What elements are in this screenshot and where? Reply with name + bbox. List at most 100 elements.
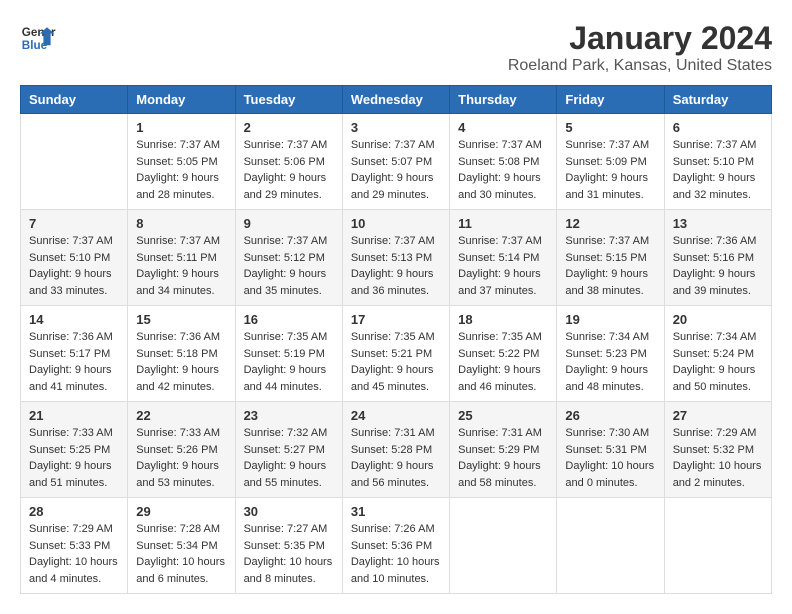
day-info: Sunrise: 7:37 AM Sunset: 5:11 PM Dayligh… — [136, 233, 226, 299]
day-info: Sunrise: 7:37 AM Sunset: 5:06 PM Dayligh… — [244, 137, 334, 203]
daylight-text: Daylight: 9 hours and 30 minutes. — [458, 172, 541, 201]
day-number: 6 — [673, 120, 763, 135]
day-number: 5 — [565, 120, 655, 135]
day-cell: 3 Sunrise: 7:37 AM Sunset: 5:07 PM Dayli… — [342, 114, 449, 210]
sunrise-text: Sunrise: 7:37 AM — [673, 139, 757, 151]
sunset-text: Sunset: 5:07 PM — [351, 156, 432, 168]
sunrise-text: Sunrise: 7:37 AM — [458, 139, 542, 151]
sunset-text: Sunset: 5:32 PM — [673, 444, 754, 456]
sunrise-text: Sunrise: 7:37 AM — [244, 235, 328, 247]
sunset-text: Sunset: 5:23 PM — [565, 348, 646, 360]
day-cell: 29 Sunrise: 7:28 AM Sunset: 5:34 PM Dayl… — [128, 498, 235, 594]
day-number: 16 — [244, 312, 334, 327]
sunrise-text: Sunrise: 7:37 AM — [244, 139, 328, 151]
day-number: 17 — [351, 312, 441, 327]
day-info: Sunrise: 7:37 AM Sunset: 5:15 PM Dayligh… — [565, 233, 655, 299]
sunset-text: Sunset: 5:28 PM — [351, 444, 432, 456]
day-info: Sunrise: 7:29 AM Sunset: 5:33 PM Dayligh… — [29, 521, 119, 587]
sunrise-text: Sunrise: 7:35 AM — [351, 331, 435, 343]
daylight-text: Daylight: 9 hours and 37 minutes. — [458, 268, 541, 297]
day-number: 22 — [136, 408, 226, 423]
day-cell: 4 Sunrise: 7:37 AM Sunset: 5:08 PM Dayli… — [450, 114, 557, 210]
daylight-text: Daylight: 9 hours and 33 minutes. — [29, 268, 112, 297]
day-cell: 9 Sunrise: 7:37 AM Sunset: 5:12 PM Dayli… — [235, 210, 342, 306]
daylight-text: Daylight: 9 hours and 56 minutes. — [351, 460, 434, 489]
logo: General Blue — [20, 20, 56, 56]
header-cell-friday: Friday — [557, 86, 664, 114]
sunset-text: Sunset: 5:14 PM — [458, 252, 539, 264]
day-cell: 8 Sunrise: 7:37 AM Sunset: 5:11 PM Dayli… — [128, 210, 235, 306]
sunrise-text: Sunrise: 7:29 AM — [673, 427, 757, 439]
day-cell: 20 Sunrise: 7:34 AM Sunset: 5:24 PM Dayl… — [664, 306, 771, 402]
week-row-5: 28 Sunrise: 7:29 AM Sunset: 5:33 PM Dayl… — [21, 498, 772, 594]
header-cell-sunday: Sunday — [21, 86, 128, 114]
day-number: 3 — [351, 120, 441, 135]
day-cell: 13 Sunrise: 7:36 AM Sunset: 5:16 PM Dayl… — [664, 210, 771, 306]
day-number: 20 — [673, 312, 763, 327]
day-cell: 19 Sunrise: 7:34 AM Sunset: 5:23 PM Dayl… — [557, 306, 664, 402]
sunset-text: Sunset: 5:09 PM — [565, 156, 646, 168]
day-number: 27 — [673, 408, 763, 423]
day-cell: 21 Sunrise: 7:33 AM Sunset: 5:25 PM Dayl… — [21, 402, 128, 498]
main-title: January 2024 — [508, 20, 772, 57]
sunrise-text: Sunrise: 7:27 AM — [244, 523, 328, 535]
day-cell: 28 Sunrise: 7:29 AM Sunset: 5:33 PM Dayl… — [21, 498, 128, 594]
week-row-3: 14 Sunrise: 7:36 AM Sunset: 5:17 PM Dayl… — [21, 306, 772, 402]
day-number: 9 — [244, 216, 334, 231]
day-info: Sunrise: 7:32 AM Sunset: 5:27 PM Dayligh… — [244, 425, 334, 491]
sunrise-text: Sunrise: 7:30 AM — [565, 427, 649, 439]
day-info: Sunrise: 7:37 AM Sunset: 5:12 PM Dayligh… — [244, 233, 334, 299]
sunrise-text: Sunrise: 7:37 AM — [565, 235, 649, 247]
sunset-text: Sunset: 5:19 PM — [244, 348, 325, 360]
daylight-text: Daylight: 9 hours and 48 minutes. — [565, 364, 648, 393]
daylight-text: Daylight: 9 hours and 28 minutes. — [136, 172, 219, 201]
title-block: January 2024 Roeland Park, Kansas, Unite… — [508, 20, 772, 75]
day-info: Sunrise: 7:37 AM Sunset: 5:07 PM Dayligh… — [351, 137, 441, 203]
daylight-text: Daylight: 10 hours and 8 minutes. — [244, 556, 333, 585]
sunset-text: Sunset: 5:35 PM — [244, 540, 325, 552]
header-cell-saturday: Saturday — [664, 86, 771, 114]
sunset-text: Sunset: 5:24 PM — [673, 348, 754, 360]
day-info: Sunrise: 7:36 AM Sunset: 5:18 PM Dayligh… — [136, 329, 226, 395]
day-cell: 1 Sunrise: 7:37 AM Sunset: 5:05 PM Dayli… — [128, 114, 235, 210]
sunset-text: Sunset: 5:26 PM — [136, 444, 217, 456]
day-number: 29 — [136, 504, 226, 519]
daylight-text: Daylight: 9 hours and 29 minutes. — [244, 172, 327, 201]
day-info: Sunrise: 7:37 AM Sunset: 5:14 PM Dayligh… — [458, 233, 548, 299]
day-cell: 24 Sunrise: 7:31 AM Sunset: 5:28 PM Dayl… — [342, 402, 449, 498]
day-info: Sunrise: 7:29 AM Sunset: 5:32 PM Dayligh… — [673, 425, 763, 491]
sunset-text: Sunset: 5:21 PM — [351, 348, 432, 360]
day-number: 25 — [458, 408, 548, 423]
day-info: Sunrise: 7:37 AM Sunset: 5:13 PM Dayligh… — [351, 233, 441, 299]
day-cell: 11 Sunrise: 7:37 AM Sunset: 5:14 PM Dayl… — [450, 210, 557, 306]
calendar-table: SundayMondayTuesdayWednesdayThursdayFrid… — [20, 85, 772, 594]
daylight-text: Daylight: 10 hours and 0 minutes. — [565, 460, 654, 489]
daylight-text: Daylight: 9 hours and 45 minutes. — [351, 364, 434, 393]
day-number: 21 — [29, 408, 119, 423]
daylight-text: Daylight: 10 hours and 2 minutes. — [673, 460, 762, 489]
day-cell — [664, 498, 771, 594]
day-info: Sunrise: 7:37 AM Sunset: 5:08 PM Dayligh… — [458, 137, 548, 203]
sunset-text: Sunset: 5:08 PM — [458, 156, 539, 168]
sunset-text: Sunset: 5:36 PM — [351, 540, 432, 552]
day-info: Sunrise: 7:26 AM Sunset: 5:36 PM Dayligh… — [351, 521, 441, 587]
week-row-2: 7 Sunrise: 7:37 AM Sunset: 5:10 PM Dayli… — [21, 210, 772, 306]
daylight-text: Daylight: 9 hours and 46 minutes. — [458, 364, 541, 393]
header-row: SundayMondayTuesdayWednesdayThursdayFrid… — [21, 86, 772, 114]
day-info: Sunrise: 7:31 AM Sunset: 5:29 PM Dayligh… — [458, 425, 548, 491]
day-info: Sunrise: 7:35 AM Sunset: 5:19 PM Dayligh… — [244, 329, 334, 395]
day-info: Sunrise: 7:36 AM Sunset: 5:16 PM Dayligh… — [673, 233, 763, 299]
sunset-text: Sunset: 5:17 PM — [29, 348, 110, 360]
day-cell — [557, 498, 664, 594]
day-cell: 27 Sunrise: 7:29 AM Sunset: 5:32 PM Dayl… — [664, 402, 771, 498]
sunrise-text: Sunrise: 7:26 AM — [351, 523, 435, 535]
day-number: 12 — [565, 216, 655, 231]
sunset-text: Sunset: 5:34 PM — [136, 540, 217, 552]
daylight-text: Daylight: 9 hours and 55 minutes. — [244, 460, 327, 489]
sunset-text: Sunset: 5:10 PM — [673, 156, 754, 168]
daylight-text: Daylight: 10 hours and 10 minutes. — [351, 556, 440, 585]
day-cell: 17 Sunrise: 7:35 AM Sunset: 5:21 PM Dayl… — [342, 306, 449, 402]
daylight-text: Daylight: 9 hours and 31 minutes. — [565, 172, 648, 201]
day-cell: 18 Sunrise: 7:35 AM Sunset: 5:22 PM Dayl… — [450, 306, 557, 402]
sunrise-text: Sunrise: 7:28 AM — [136, 523, 220, 535]
